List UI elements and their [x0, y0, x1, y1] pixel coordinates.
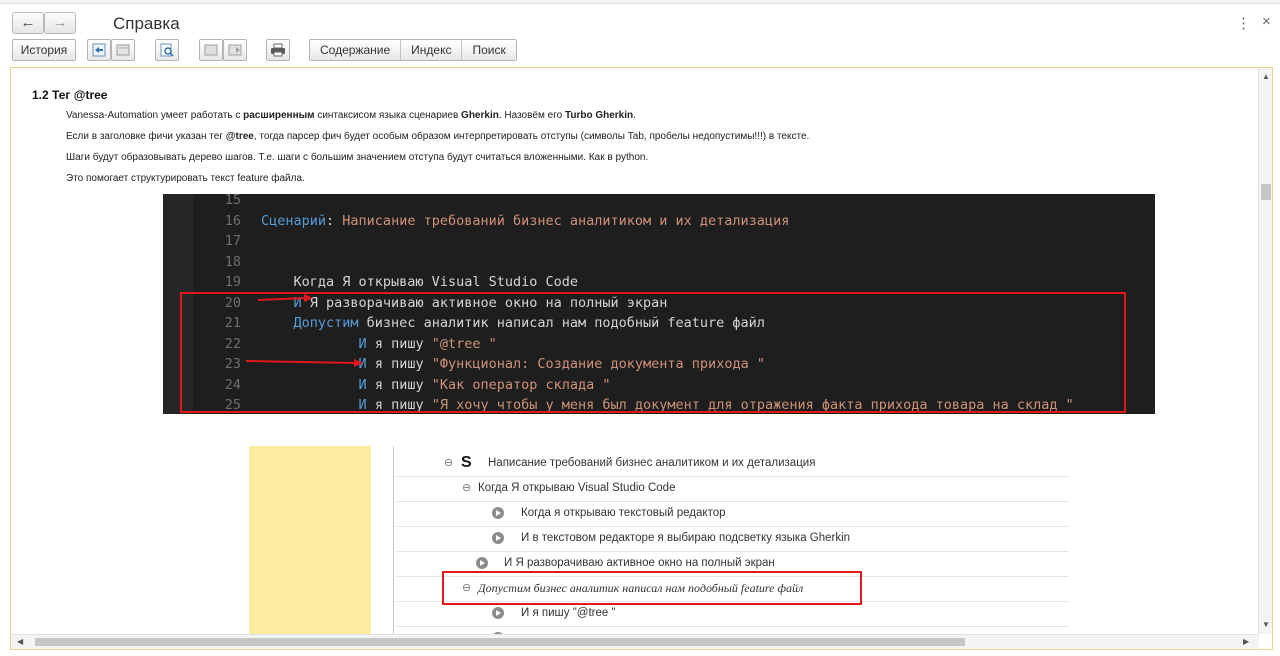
prev-topic-button[interactable]: [199, 39, 223, 61]
toc-toggle-button[interactable]: [111, 39, 135, 61]
tab-contents[interactable]: Содержание: [310, 40, 402, 60]
vertical-scrollbar[interactable]: ▲ ▼: [1258, 68, 1272, 634]
section-heading: 1.2 Тег @tree: [32, 88, 108, 102]
back-button[interactable]: ←: [12, 12, 44, 34]
tree-row-label: И в текстовом редакторе я выбираю подсве…: [521, 532, 851, 544]
step-arrow-icon: [492, 507, 504, 519]
forward-button[interactable]: →: [44, 12, 76, 34]
tree-row-label: Написание требований бизнес аналитиком и…: [488, 457, 816, 469]
tree-row-label: Когда я открываю текстовый редактор: [521, 507, 726, 519]
scenario-icon: S: [461, 454, 472, 471]
scroll-down-icon[interactable]: ▼: [1262, 620, 1270, 629]
find-icon: [160, 43, 174, 57]
step-arrow-icon: [492, 607, 504, 619]
next-topic-icon: [228, 44, 242, 56]
collapse-icon[interactable]: ⊖: [444, 451, 453, 475]
help-document: 1.2 Тег @tree Vanessa-Automation умеет р…: [11, 68, 1259, 634]
help-content-frame: 1.2 Тег @tree Vanessa-Automation умеет р…: [10, 67, 1273, 650]
paragraph-structure: Это помогает структурировать текст featu…: [66, 173, 305, 184]
tab-search[interactable]: Поиск: [462, 40, 516, 60]
history-button[interactable]: История: [12, 39, 76, 61]
scroll-up-icon[interactable]: ▲: [1262, 72, 1270, 81]
toc-toggle-icon: [116, 44, 130, 56]
close-icon[interactable]: ×: [1262, 13, 1271, 30]
next-topic-button[interactable]: [223, 39, 247, 61]
scroll-right-icon[interactable]: ▶: [1243, 637, 1249, 646]
back-arrow-icon: ←: [20, 14, 36, 31]
tree-row[interactable]: [396, 626, 1069, 634]
forward-arrow-icon: →: [52, 14, 68, 31]
tree-row[interactable]: ⊖ S Написание требований бизнес аналитик…: [396, 451, 1069, 477]
window-title: Справка: [113, 14, 180, 33]
tree-row[interactable]: И в текстовом редакторе я выбираю подсве…: [396, 526, 1069, 552]
collapse-icon[interactable]: ⊖: [462, 476, 471, 500]
paragraph-step-tree: Шаги будут образовывать дерево шагов. Т.…: [66, 152, 649, 163]
tree-row-label: Когда Я открываю Visual Studio Code: [478, 482, 676, 494]
yellow-side-panel: [249, 446, 371, 634]
tree-row[interactable]: Когда я открываю текстовый редактор: [396, 501, 1069, 527]
step-arrow-icon: [492, 532, 504, 544]
code-screenshot: 15 16 Сценарий: Написание требований бизне…: [163, 194, 1155, 414]
prev-topic-icon: [204, 44, 218, 56]
toc-sync-icon: [92, 43, 106, 57]
toc-sync-button[interactable]: [87, 39, 111, 61]
tree-row[interactable]: ⊖ Когда Я открываю Visual Studio Code: [396, 476, 1069, 502]
printer-icon: [271, 43, 285, 57]
tree-highlight-box: [442, 571, 862, 605]
more-menu-icon[interactable]: ⋮: [1236, 14, 1251, 32]
horizontal-scrollbar[interactable]: ◀ ▶: [11, 634, 1259, 649]
title-bar: ← → Справка ⋮ ×: [0, 4, 1280, 36]
nav-tabs: Содержание Индекс Поиск: [309, 39, 517, 61]
code-highlight-box: [180, 292, 1126, 413]
tree-view-screenshot: ⊖ S Написание требований бизнес аналитик…: [249, 446, 1069, 634]
step-arrow-icon: [476, 557, 488, 569]
paragraph-tree-tag: Если в заголовке фичи указан тег @tree, …: [66, 131, 810, 142]
paragraph-intro: Vanessa-Automation умеет работать с расш…: [66, 110, 636, 121]
tab-index[interactable]: Индекс: [401, 40, 463, 60]
vertical-scroll-thumb[interactable]: [1261, 184, 1271, 200]
scroll-left-icon[interactable]: ◀: [17, 637, 23, 646]
horizontal-scroll-thumb[interactable]: [35, 638, 965, 646]
print-button[interactable]: [266, 39, 290, 61]
tree-separator: [393, 446, 394, 634]
find-button[interactable]: [155, 39, 179, 61]
